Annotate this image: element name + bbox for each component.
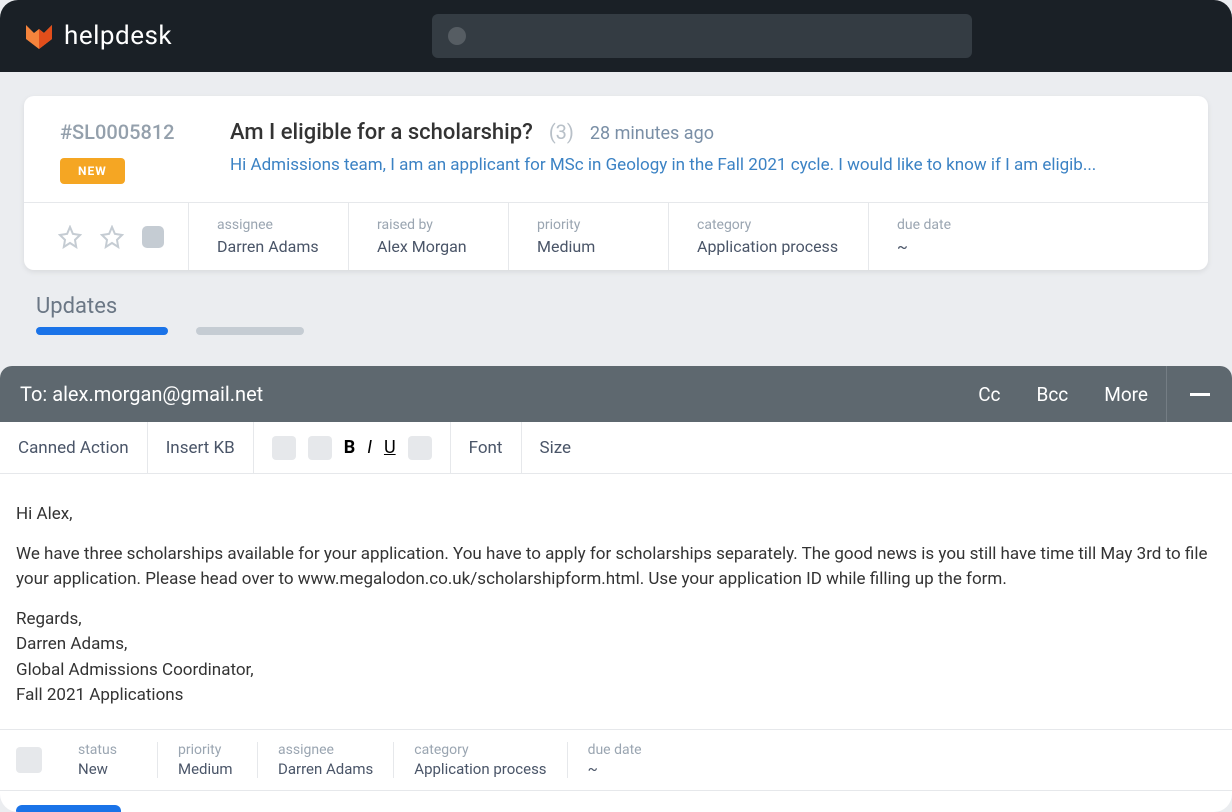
- meta-label: priority: [537, 217, 640, 233]
- topbar: helpdesk: [0, 0, 1232, 72]
- compose-meta-row: status New priority Medium assignee Darr…: [0, 729, 1232, 790]
- email-sig-line: Darren Adams,: [16, 632, 1216, 658]
- font-button[interactable]: Font: [451, 422, 522, 473]
- brand-text: helpdesk: [64, 21, 172, 51]
- more-button[interactable]: More: [1086, 383, 1166, 406]
- ticket-title-row: Am I eligible for a scholarship? (3) 28 …: [230, 120, 1172, 145]
- ticket-left: #SL0005812 NEW: [60, 120, 190, 184]
- cm-category: category Application process: [394, 742, 567, 778]
- italic-button[interactable]: I: [367, 437, 372, 458]
- canned-action-button[interactable]: Canned Action: [0, 422, 148, 473]
- cm-status: status New: [58, 742, 158, 778]
- email-greeting: Hi Alex,: [16, 502, 1216, 528]
- meta-due-date: due date ~: [868, 203, 1028, 270]
- compose-actions: Cc Bcc More: [960, 366, 1232, 422]
- meta-assignee: assignee Darren Adams: [188, 203, 348, 270]
- square-icon[interactable]: [142, 226, 164, 248]
- meta-value: Darren Adams: [217, 237, 320, 256]
- ticket-id: #SL0005812: [60, 120, 175, 144]
- format-icon[interactable]: [408, 436, 432, 460]
- meta-value: Alex Morgan: [377, 237, 480, 256]
- add-reply-button[interactable]: Add Reply: [16, 805, 121, 812]
- cm-label: category: [414, 742, 546, 758]
- meta-label: assignee: [217, 217, 320, 233]
- email-sig-line: Fall 2021 Applications: [16, 683, 1216, 709]
- ticket-meta-row: assignee Darren Adams raised by Alex Mor…: [24, 202, 1208, 270]
- app-root: helpdesk #SL0005812 NEW Am I eligible fo…: [0, 0, 1232, 812]
- compose-footer: Add Reply Reset Draft saved: [0, 790, 1232, 812]
- meta-value: Application process: [697, 237, 840, 256]
- logo[interactable]: helpdesk: [24, 21, 172, 51]
- cm-label: due date: [588, 742, 648, 758]
- search-input[interactable]: [432, 14, 972, 58]
- search-indicator-icon: [448, 27, 466, 45]
- to-value: alex.morgan@gmail.net: [52, 382, 263, 406]
- ticket-meta-icons: [24, 203, 188, 270]
- fox-icon: [24, 21, 54, 51]
- tabs-bar: [36, 327, 1208, 335]
- checkbox[interactable]: [16, 747, 42, 773]
- cm-value: New: [78, 760, 137, 778]
- compose-panel: To: alex.morgan@gmail.net Cc Bcc More Ca…: [0, 366, 1232, 812]
- star-outline-icon[interactable]: [100, 225, 124, 249]
- bcc-button[interactable]: Bcc: [1019, 383, 1087, 406]
- cm-value: Application process: [414, 760, 546, 778]
- compose-header: To: alex.morgan@gmail.net Cc Bcc More: [0, 366, 1232, 422]
- cm-assignee: assignee Darren Adams: [258, 742, 394, 778]
- ticket-time: 28 minutes ago: [590, 123, 714, 144]
- insert-kb-button[interactable]: Insert KB: [148, 422, 254, 473]
- star-outline-icon[interactable]: [58, 225, 82, 249]
- meta-value: Medium: [537, 237, 640, 256]
- bold-button[interactable]: B: [344, 437, 356, 458]
- cc-button[interactable]: Cc: [960, 383, 1018, 406]
- ticket-preview: Hi Admissions team, I am an applicant fo…: [230, 155, 1172, 175]
- ticket-card: #SL0005812 NEW Am I eligible for a schol…: [24, 96, 1208, 270]
- meta-label: due date: [897, 217, 1000, 233]
- meta-priority: priority Medium: [508, 203, 668, 270]
- cm-priority: priority Medium: [158, 742, 258, 778]
- cm-label: assignee: [278, 742, 373, 758]
- format-group: B I U: [254, 422, 451, 473]
- ticket-title: Am I eligible for a scholarship?: [230, 120, 533, 145]
- cm-due-date: due date ~: [568, 742, 668, 778]
- cm-label: priority: [178, 742, 237, 758]
- meta-value: ~: [897, 237, 1000, 256]
- size-button[interactable]: Size: [522, 422, 590, 473]
- minimize-button[interactable]: [1166, 366, 1232, 422]
- status-badge: NEW: [60, 158, 125, 184]
- cm-value: Darren Adams: [278, 760, 373, 778]
- email-sig-line: Global Admissions Coordinator,: [16, 658, 1216, 684]
- cm-value: Medium: [178, 760, 237, 778]
- ticket-header: #SL0005812 NEW Am I eligible for a schol…: [24, 96, 1208, 202]
- minus-icon: [1190, 393, 1210, 396]
- content: #SL0005812 NEW Am I eligible for a schol…: [0, 72, 1232, 335]
- meta-raised-by: raised by Alex Morgan: [348, 203, 508, 270]
- meta-label: raised by: [377, 217, 480, 233]
- ticket-right: Am I eligible for a scholarship? (3) 28 …: [230, 120, 1172, 184]
- email-body[interactable]: Hi Alex, We have three scholarships avai…: [0, 474, 1232, 729]
- cm-value: ~: [588, 760, 648, 778]
- meta-label: category: [697, 217, 840, 233]
- cm-label: status: [78, 742, 137, 758]
- to-label: To:: [20, 382, 47, 406]
- email-paragraph: We have three scholarships available for…: [16, 542, 1216, 593]
- meta-category: category Application process: [668, 203, 868, 270]
- format-icon[interactable]: [308, 436, 332, 460]
- email-signoff: Regards,: [16, 607, 1216, 633]
- meta-columns: assignee Darren Adams raised by Alex Mor…: [188, 203, 1208, 270]
- underline-button[interactable]: U: [384, 437, 396, 458]
- updates-heading: Updates: [36, 294, 1208, 319]
- compose-to: To: alex.morgan@gmail.net: [20, 382, 263, 406]
- ticket-reply-count: (3): [549, 120, 574, 144]
- tab-inactive[interactable]: [196, 327, 304, 335]
- tab-active[interactable]: [36, 327, 168, 335]
- format-icon[interactable]: [272, 436, 296, 460]
- compose-toolbar: Canned Action Insert KB B I U Font Size: [0, 422, 1232, 474]
